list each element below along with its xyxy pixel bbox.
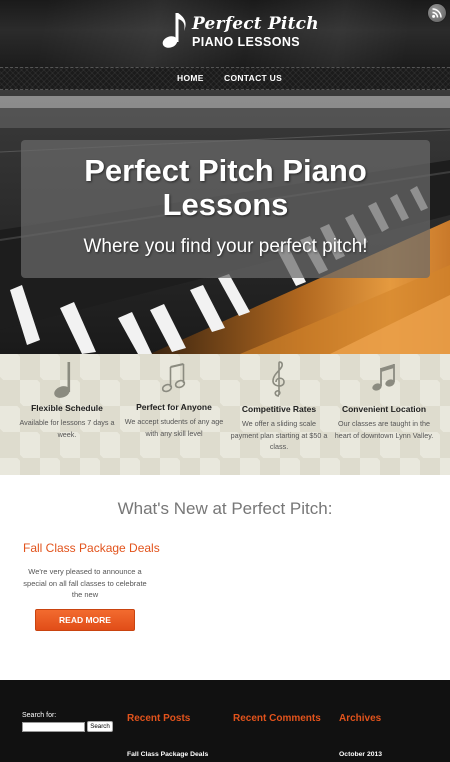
music-note-logo-icon (162, 13, 186, 48)
search-input[interactable] (22, 722, 85, 732)
archives-title: Archives (339, 713, 382, 724)
search-button[interactable]: Search (87, 721, 113, 732)
rss-glyph-icon (432, 8, 442, 18)
news-heading: What's New at Perfect Pitch: (117, 499, 333, 518)
main-nav: HOME CONTACT US (0, 67, 450, 90)
archive-link[interactable]: October 2013 (339, 751, 382, 758)
recent-comments-title: Recent Comments (233, 713, 321, 724)
feature-title: Perfect for Anyone (136, 402, 212, 412)
feature-title: Flexible Schedule (31, 403, 103, 413)
features-section: Flexible Schedule Available for lessons … (0, 354, 450, 475)
feature-title: Convenient Location (341, 404, 427, 414)
post-excerpt: We're very pleased to announce a special… (23, 567, 147, 599)
feature-title: Competitive Rates (241, 404, 317, 414)
read-more-button[interactable]: READ MORE (35, 609, 135, 631)
feature-description: We offer a sliding scale payment plan st… (230, 419, 328, 451)
feature-description: Available for lessons 7 days a week. (19, 418, 115, 439)
nav-contact-us[interactable]: CONTACT US (224, 73, 282, 83)
site-logo[interactable]: Perfect Pitch PIANO LESSONS (161, 10, 319, 60)
brand-name: Perfect Pitch (192, 14, 319, 34)
brand-subtitle: PIANO LESSONS (192, 35, 300, 49)
recent-posts-title: Recent Posts (127, 713, 191, 724)
hero-subtitle: Where you find your perfect pitch! (83, 236, 368, 257)
recent-post-link[interactable]: Fall Class Package Deals (127, 751, 208, 758)
feature-description: Our classes are taught in the heart of d… (334, 419, 434, 440)
eighth-notes-icon (118, 362, 230, 394)
beamed-notes-icon (328, 363, 440, 393)
site-footer: Search for: Search Recent Posts Fall Cla… (0, 680, 450, 762)
site-header: Perfect Pitch PIANO LESSONS (0, 0, 450, 67)
feature-description: We accept students of any age with any s… (124, 417, 224, 438)
hero-title: Perfect Pitch Piano Lessons (84, 153, 367, 222)
search-label: Search for: (22, 712, 57, 719)
post-title-link[interactable]: Fall Class Package Deals (23, 541, 160, 555)
rss-icon[interactable] (428, 4, 446, 22)
treble-clef-icon (223, 360, 335, 398)
hero-banner: Perfect Pitch Piano Lessons Where you fi… (0, 90, 450, 354)
hero-overlay: Perfect Pitch Piano Lessons Where you fi… (21, 140, 430, 278)
quarter-note-icon (11, 359, 123, 399)
nav-home[interactable]: HOME (177, 73, 204, 83)
